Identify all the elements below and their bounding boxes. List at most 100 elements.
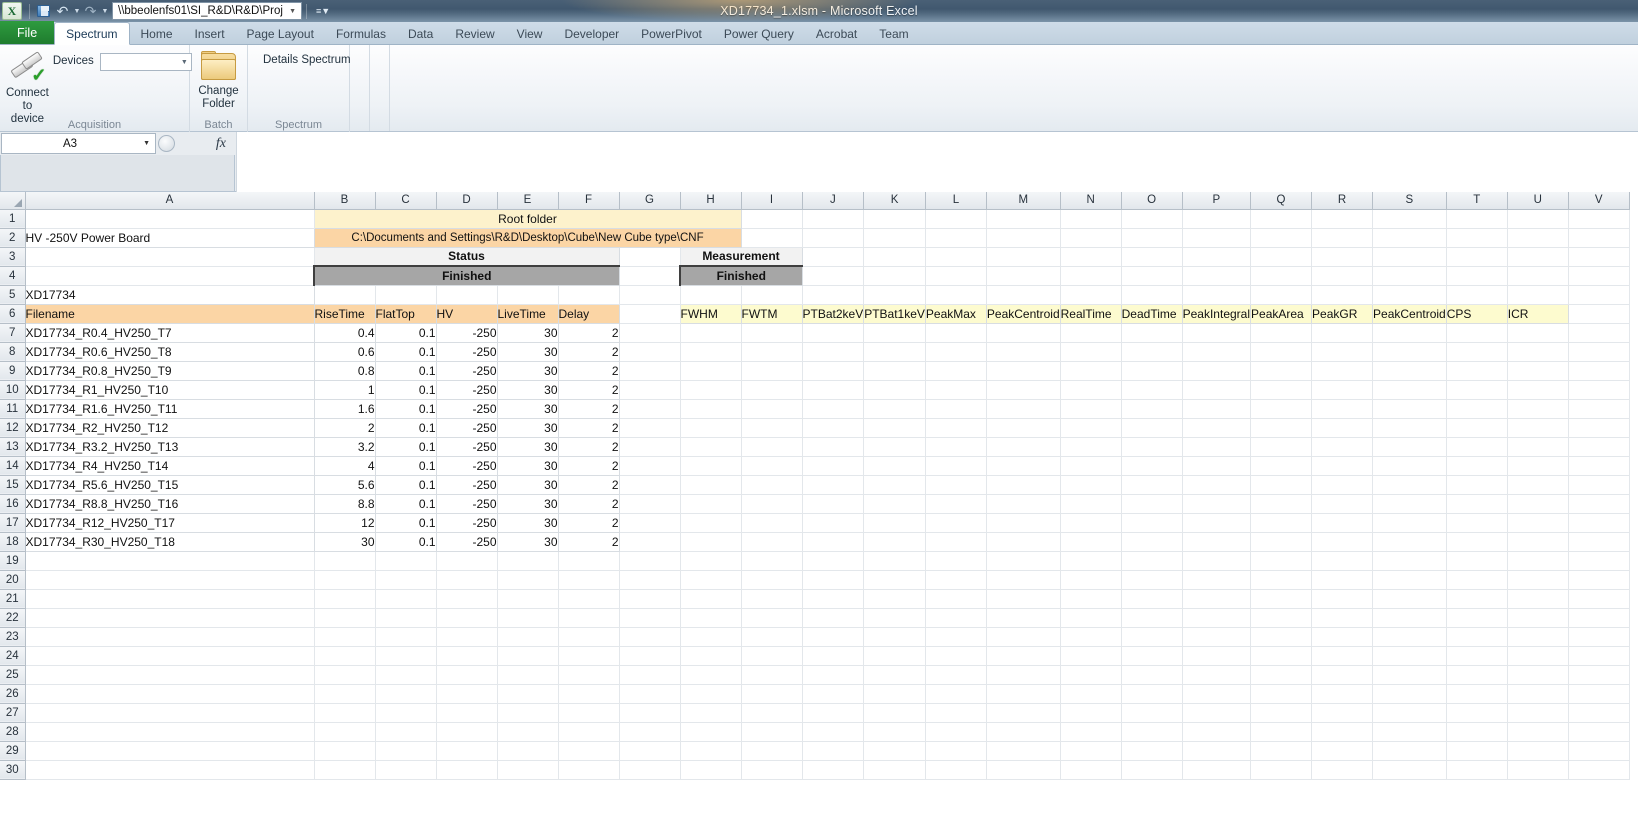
cell-empty[interactable]: [497, 760, 559, 780]
cell-r2[interactable]: [1311, 228, 1374, 248]
cell-filename[interactable]: XD17734_R0.8_HV250_T9: [25, 361, 315, 381]
cell-empty[interactable]: [314, 722, 376, 742]
cell-empty[interactable]: [436, 722, 498, 742]
cell-j1[interactable]: [802, 209, 865, 229]
cell-empty[interactable]: [1372, 646, 1447, 666]
cell-empty[interactable]: [1182, 475, 1252, 495]
cell-hv[interactable]: -250: [436, 513, 498, 533]
tab-developer[interactable]: Developer: [553, 23, 630, 44]
cell-empty[interactable]: [25, 703, 315, 723]
cell-empty[interactable]: [1568, 646, 1630, 666]
cell-v4[interactable]: [1568, 266, 1630, 286]
cell-delay[interactable]: 2: [558, 361, 620, 381]
header-risetime[interactable]: RiseTime: [314, 304, 376, 324]
column-header-i[interactable]: I: [741, 192, 803, 210]
cell-empty[interactable]: [680, 570, 742, 590]
cell-empty[interactable]: [802, 722, 865, 742]
cell-empty[interactable]: [1121, 437, 1183, 457]
cell-empty[interactable]: [863, 646, 926, 666]
cell-root-folder-label[interactable]: Root folder: [314, 209, 742, 229]
cell-empty[interactable]: [680, 399, 742, 419]
cell-empty[interactable]: [1250, 380, 1313, 400]
cell-empty[interactable]: [619, 570, 681, 590]
cell-empty[interactable]: [1446, 361, 1508, 381]
cell-empty[interactable]: [863, 551, 926, 571]
cell-empty[interactable]: [925, 475, 987, 495]
cell-empty[interactable]: [375, 570, 437, 590]
cell-empty[interactable]: [314, 551, 376, 571]
cell-empty[interactable]: [1060, 380, 1122, 400]
cell-empty[interactable]: [1507, 722, 1569, 742]
cell-livetime[interactable]: 30: [497, 475, 559, 495]
cell-empty[interactable]: [619, 703, 681, 723]
cell-empty[interactable]: [314, 570, 376, 590]
cell-empty[interactable]: [1311, 380, 1374, 400]
cell-empty[interactable]: [619, 456, 681, 476]
cell-empty[interactable]: [986, 437, 1061, 457]
column-header-f[interactable]: F: [558, 192, 620, 210]
cell-empty[interactable]: [1568, 684, 1630, 704]
cell-empty[interactable]: [1060, 418, 1122, 438]
cell-empty[interactable]: [925, 760, 987, 780]
cell-flattop[interactable]: 0.1: [375, 323, 437, 343]
cell-empty[interactable]: [1311, 513, 1374, 533]
tab-formulas[interactable]: Formulas: [325, 23, 397, 44]
cell-empty[interactable]: [558, 589, 620, 609]
cell-empty[interactable]: [619, 475, 681, 495]
cell-empty[interactable]: [1507, 399, 1569, 419]
cell-empty[interactable]: [1250, 551, 1313, 571]
cell-m3[interactable]: [986, 247, 1061, 267]
cell-empty[interactable]: [1121, 342, 1183, 362]
cell-filename[interactable]: XD17734_R5.6_HV250_T15: [25, 475, 315, 495]
column-header-k[interactable]: K: [863, 192, 926, 210]
cell-empty[interactable]: [1568, 551, 1630, 571]
cell-q5[interactable]: [1250, 285, 1313, 305]
cell-empty[interactable]: [1568, 627, 1630, 647]
header-fwtm[interactable]: FWTM: [741, 304, 803, 324]
cell-empty[interactable]: [1250, 475, 1313, 495]
cell-empty[interactable]: [375, 627, 437, 647]
cell-empty[interactable]: [1507, 513, 1569, 533]
cell-empty[interactable]: [436, 741, 498, 761]
cell-empty[interactable]: [1446, 513, 1508, 533]
cell-r4[interactable]: [1311, 266, 1374, 286]
cell-flattop[interactable]: 0.1: [375, 437, 437, 457]
cell-empty[interactable]: [741, 646, 803, 666]
cell-empty[interactable]: [1568, 741, 1630, 761]
cell-empty[interactable]: [1446, 323, 1508, 343]
tab-page-layout[interactable]: Page Layout: [236, 23, 325, 44]
tab-home[interactable]: Home: [130, 23, 184, 44]
cell-empty[interactable]: [1060, 646, 1122, 666]
cell-flattop[interactable]: 0.1: [375, 532, 437, 552]
cell-empty[interactable]: [802, 380, 865, 400]
cell-empty[interactable]: [1446, 456, 1508, 476]
cell-livetime[interactable]: 30: [497, 494, 559, 514]
save-icon[interactable]: [34, 2, 53, 21]
connect-to-device-button[interactable]: ✓ Connect to device: [6, 49, 49, 130]
cell-flattop[interactable]: 0.1: [375, 513, 437, 533]
cell-empty[interactable]: [25, 741, 315, 761]
cell-empty[interactable]: [558, 703, 620, 723]
cell-delay[interactable]: 2: [558, 532, 620, 552]
cell-empty[interactable]: [25, 608, 315, 628]
cell-g6[interactable]: [619, 304, 681, 324]
cell-livetime[interactable]: 30: [497, 513, 559, 533]
cell-empty[interactable]: [1372, 722, 1447, 742]
cell-empty[interactable]: [741, 361, 803, 381]
cell-empty[interactable]: [1372, 323, 1447, 343]
cell-empty[interactable]: [1121, 684, 1183, 704]
cell-empty[interactable]: [314, 760, 376, 780]
cell-empty[interactable]: [25, 627, 315, 647]
cell-empty[interactable]: [802, 342, 865, 362]
cell-empty[interactable]: [1060, 494, 1122, 514]
cell-empty[interactable]: [986, 646, 1061, 666]
cell-empty[interactable]: [375, 589, 437, 609]
header-livetime[interactable]: LiveTime: [497, 304, 559, 324]
row-header-9[interactable]: 9: [0, 361, 26, 381]
cell-empty[interactable]: [619, 627, 681, 647]
cell-empty[interactable]: [1372, 494, 1447, 514]
cell-empty[interactable]: [986, 627, 1061, 647]
tab-view[interactable]: View: [506, 23, 554, 44]
tab-data[interactable]: Data: [397, 23, 444, 44]
cell-empty[interactable]: [1182, 323, 1252, 343]
